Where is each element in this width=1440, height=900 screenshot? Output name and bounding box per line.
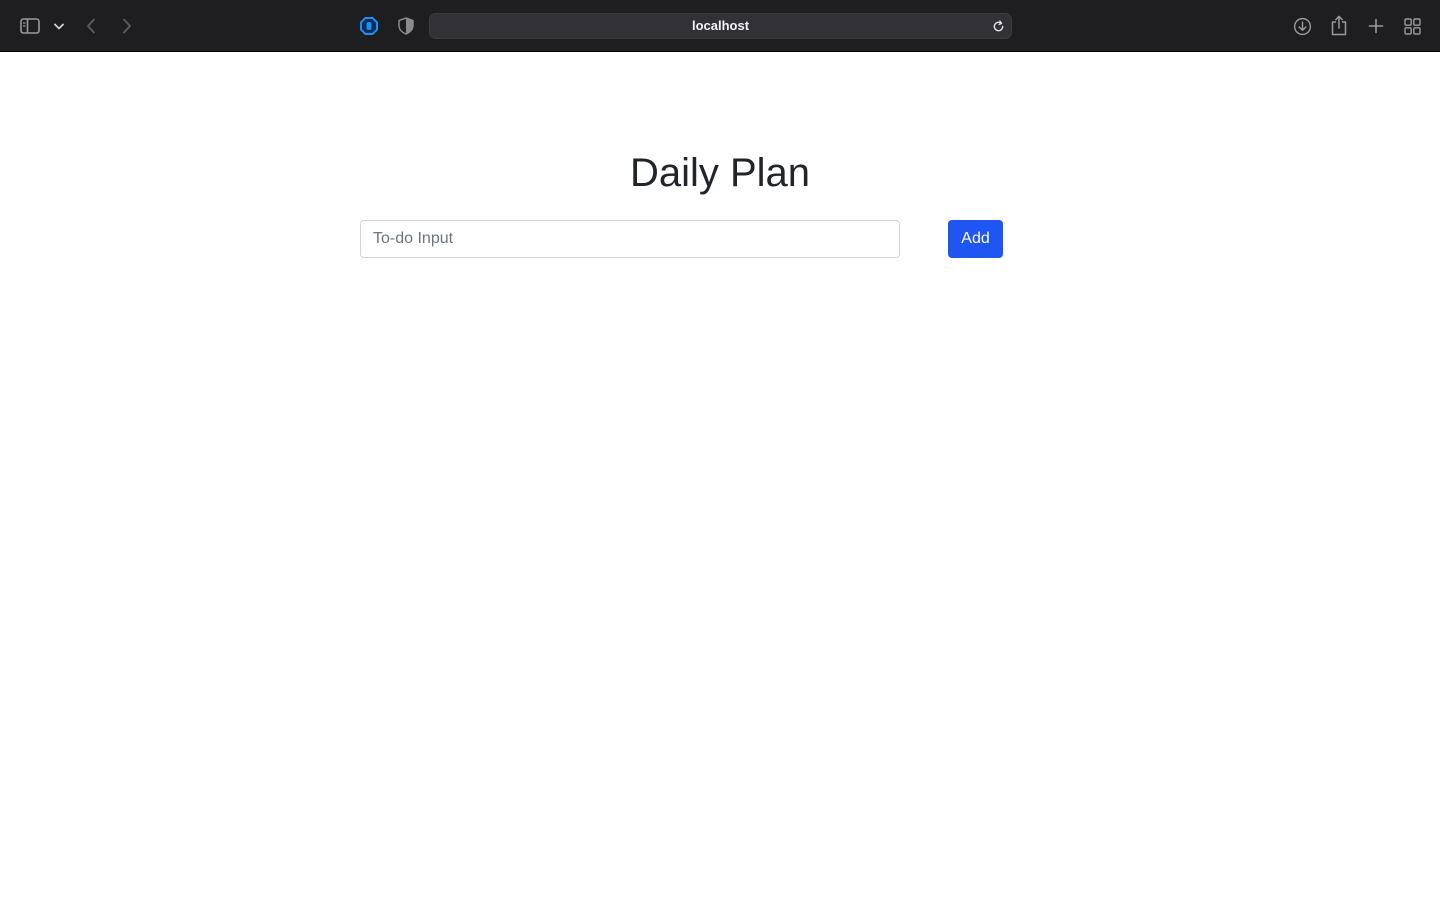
shield-hand-icon[interactable] xyxy=(358,15,380,37)
browser-toolbar: localhost xyxy=(0,0,1440,52)
share-icon[interactable] xyxy=(1329,13,1349,37)
chevron-right-icon[interactable] xyxy=(118,14,136,38)
reload-icon[interactable] xyxy=(989,17,1007,35)
download-icon[interactable] xyxy=(1291,15,1313,37)
add-button[interactable]: Add xyxy=(948,220,1003,258)
plus-icon[interactable] xyxy=(1366,16,1386,36)
url-text: localhost xyxy=(691,18,750,33)
chevron-left-icon[interactable] xyxy=(82,14,100,38)
address-bar[interactable]: localhost xyxy=(429,13,1012,39)
grid-icon[interactable] xyxy=(1402,16,1422,36)
todo-input[interactable] xyxy=(360,220,900,258)
page-title: Daily Plan xyxy=(629,151,811,195)
privacy-shield-icon[interactable] xyxy=(396,15,416,37)
chevron-down-icon[interactable] xyxy=(52,18,66,34)
sidebar-icon[interactable] xyxy=(19,16,41,36)
